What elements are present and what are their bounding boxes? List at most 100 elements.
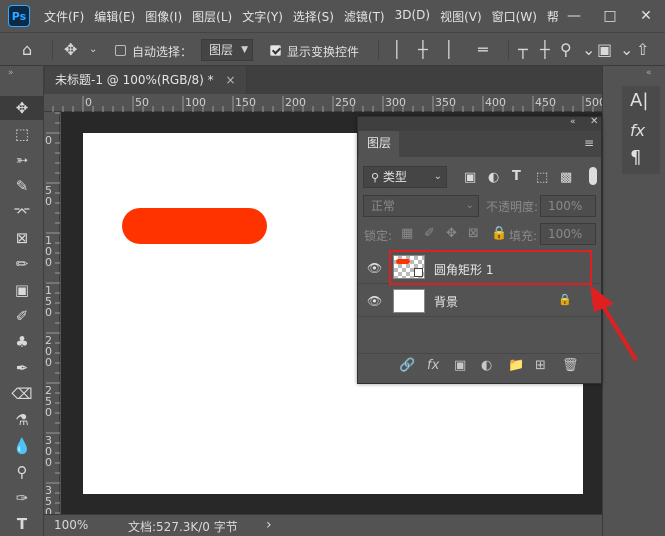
share-icon[interactable]: ⇧ [636,41,649,59]
link-layers-icon[interactable]: 🔗 [399,358,415,373]
expand-icon[interactable]: « [646,68,652,78]
lock-artboard-icon[interactable]: ⊠ [468,226,479,241]
shape-filter-icon[interactable]: ⬚ [536,170,548,185]
document-info: 文档:527.3K/0 字节 [128,520,238,534]
tab-layers[interactable]: 图层 [359,131,399,157]
healing-brush-tool-icon[interactable]: ▣ [0,278,44,302]
ruler-tick-label: 150 [45,284,52,319]
visibility-eye-icon[interactable]: 👁 [367,294,382,308]
show-transform-checkbox[interactable] [270,45,281,56]
ruler-tick-label: 50 [45,184,52,208]
menu-item[interactable]: 图层(L) [188,8,236,25]
tools-panel: » ✥ ⬚ ➳ ✎ ⌤ ⊠ ✏ ▣ ✐ ♣ ✒ ⌫ ⚗ 💧 ⚲ ✑ T [0,66,44,536]
move-tool-icon[interactable]: ✥ [0,96,44,120]
auto-select-dropdown[interactable]: 图层 ▼ [201,39,253,61]
filter-toggle[interactable] [589,167,597,185]
menu-item[interactable]: 文件(F) [40,8,88,25]
auto-select-value: 图层 [209,43,234,57]
menu-item[interactable]: 滤镜(T) [340,8,389,25]
styles-panel-icon[interactable]: fx [630,121,645,140]
fx-icon[interactable]: fx [427,358,439,373]
adjustment-layer-icon[interactable]: ◐ [481,358,492,373]
paragraph-panel-icon[interactable]: ¶ [630,147,641,168]
marquee-tool-icon[interactable]: ⬚ [0,122,44,146]
lasso-tool-icon[interactable]: ➳ [0,148,44,172]
lock-all-icon[interactable]: 🔒 [491,226,507,241]
close-tab-icon[interactable]: × [225,73,235,87]
options-bar: ⌂ ✥ ⌄ 自动选择： 图层 ▼ 显示变换控件 │ ┼ │ ═ ┬ ┼ ⚲ ⌄ … [0,32,665,66]
auto-select-checkbox[interactable] [115,45,126,56]
fill-field[interactable]: 100% [540,223,596,245]
highlight-box [389,250,592,285]
align-top-icon[interactable]: ┬ [518,41,528,59]
layer-name[interactable]: 背景 [434,293,458,310]
eraser-tool-icon[interactable]: ⌫ [0,382,44,406]
image-filter-icon[interactable]: ▣ [464,170,476,185]
close-icon[interactable]: ✕ [628,0,664,32]
type-filter-icon[interactable]: T [512,169,521,184]
pen-tool-icon[interactable]: ✑ [0,486,44,510]
type-tool-icon[interactable]: T [0,512,44,536]
align-center-icon[interactable]: ┼ [418,41,428,59]
ruler-tick-label: 100 [45,234,52,269]
quick-select-tool-icon[interactable]: ✎ [0,174,44,198]
horizontal-ruler-ticks: 0 50 100 150 200 250 300 350 400 450 500 [52,96,602,112]
align-left-icon[interactable]: │ [392,41,402,59]
lock-position-icon[interactable]: ✥ [446,226,457,241]
lock-pixels-icon[interactable]: ✐ [424,226,435,241]
frame-tool-icon[interactable]: ⊠ [0,226,44,250]
menu-item[interactable]: 文字(Y) [238,8,287,25]
visibility-eye-icon[interactable]: 👁 [367,261,382,275]
ruler-tick-label: 350 [435,96,456,109]
chevron-down-icon[interactable]: ⌄ [620,41,633,59]
menu-item[interactable]: 3D(D) [391,8,434,25]
clone-stamp-tool-icon[interactable]: ♣ [0,330,44,354]
opacity-field[interactable]: 100% [540,195,596,217]
panel-menu-icon[interactable]: ≡ [584,136,594,150]
layers-panel-titlebar[interactable] [358,117,601,131]
ruler-tick-label: 300 [385,96,406,109]
chevron-down-icon[interactable]: ⌄ [89,41,97,59]
align-middle-icon[interactable]: ┼ [540,41,550,59]
blend-mode-dropdown[interactable]: 正常 ⌄ [363,195,479,217]
menu-item[interactable]: 选择(S) [289,8,338,25]
ruler-tick-label: 250 [335,96,356,109]
collapse-panel-icon[interactable]: « [570,117,576,127]
blur-tool-icon[interactable]: 💧 [0,434,44,458]
lock-transparent-icon[interactable]: ▦ [401,226,413,241]
distribute-icon[interactable]: ═ [478,41,488,59]
home-icon[interactable]: ⌂ [22,41,32,59]
workspace-icon[interactable]: ▣ [597,41,612,59]
zoom-level[interactable]: 100% [54,518,88,532]
layer-filter-dropdown[interactable]: ⚲ 类型 ⌄ [363,166,447,188]
crop-tool-icon[interactable]: ⌤ [0,200,44,224]
move-tool-icon[interactable]: ✥ [64,41,77,59]
menu-item[interactable]: 图像(I) [141,8,186,25]
horizontal-ruler: 0 50 100 150 200 250 300 350 400 450 500 [44,94,602,112]
history-brush-tool-icon[interactable]: ✒ [0,356,44,380]
close-panel-icon[interactable]: ✕ [590,116,598,127]
menu-item[interactable]: 视图(V) [436,8,486,25]
align-right-icon[interactable]: │ [444,41,454,59]
paint-bucket-tool-icon[interactable]: ⚗ [0,408,44,432]
brush-tool-icon[interactable]: ✐ [0,304,44,328]
new-group-icon[interactable]: 📁 [508,358,524,373]
dodge-tool-icon[interactable]: ⚲ [0,460,44,484]
eyedropper-tool-icon[interactable]: ✏ [0,252,44,276]
add-mask-icon[interactable]: ▣ [454,358,466,373]
adjustment-filter-icon[interactable]: ◐ [488,170,499,185]
chevron-down-icon[interactable]: ⌄ [582,41,595,59]
document-tab[interactable]: 未标题-1 @ 100%(RGB/8) * × [45,66,247,94]
collapse-icon[interactable]: » [8,68,14,78]
maximize-icon[interactable]: □ [592,0,628,32]
new-layer-icon[interactable]: ⊞ [535,358,546,373]
search-icon[interactable]: ⚲ [560,41,572,59]
rounded-rectangle-shape[interactable] [122,208,267,244]
smart-object-filter-icon[interactable]: ▩ [560,170,572,185]
delete-layer-icon[interactable]: 🗑 [562,358,579,373]
minimize-icon[interactable]: — [556,0,592,32]
status-menu-icon[interactable]: › [266,517,272,533]
character-panel-icon[interactable]: A| [630,90,648,111]
menu-item[interactable]: 编辑(E) [90,8,139,25]
menu-item[interactable]: 窗口(W) [488,8,541,25]
